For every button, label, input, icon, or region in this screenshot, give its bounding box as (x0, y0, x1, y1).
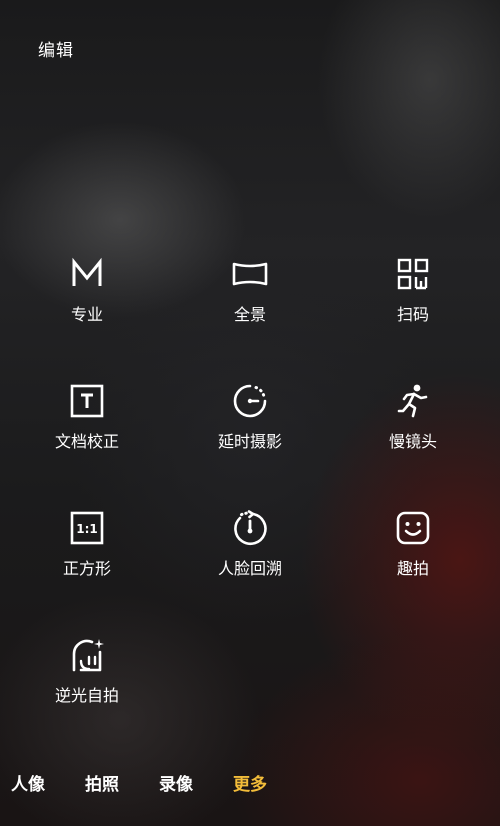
panorama-icon (231, 255, 269, 293)
mode-slowmo-label: 慢镜头 (388, 432, 437, 451)
mode-panorama[interactable]: 全景 (174, 255, 326, 382)
camera-more-modes-screen: 编辑 专业 全景 扫码 文档校正 延时摄影 慢镜头 1:1 正方形 人脸回溯 趣… (0, 0, 500, 826)
document-correction-icon (68, 382, 106, 420)
mode-timelapse-label: 延时摄影 (217, 432, 282, 451)
face-rewind-icon (231, 509, 269, 547)
mode-document-label: 文档校正 (54, 432, 119, 451)
qr-code-icon (394, 255, 432, 293)
mode-scan-label: 扫码 (396, 305, 429, 324)
mode-backlight-selfie-label: 逆光自拍 (54, 686, 119, 705)
time-lapse-icon (231, 382, 269, 420)
backlight-selfie-icon (68, 636, 106, 674)
mode-fun-shot-label: 趣拍 (396, 559, 429, 578)
mode-face-rewind-label: 人脸回溯 (217, 559, 282, 578)
mode-timelapse[interactable]: 延时摄影 (174, 382, 326, 509)
mode-pro[interactable]: 专业 (0, 255, 174, 382)
tab-portrait[interactable]: 人像 (11, 770, 45, 795)
tab-photo[interactable]: 拍照 (85, 770, 119, 795)
mode-backlight-selfie[interactable]: 逆光自拍 (0, 636, 174, 763)
mode-square-label: 正方形 (62, 559, 111, 578)
tab-more[interactable]: 更多 (233, 770, 267, 795)
square-ratio-icon: 1:1 (68, 509, 106, 547)
edit-button[interactable]: 编辑 (38, 36, 74, 61)
mode-fun-shot[interactable]: 趣拍 (326, 509, 500, 636)
mode-grid: 专业 全景 扫码 文档校正 延时摄影 慢镜头 1:1 正方形 人脸回溯 趣拍 逆… (0, 255, 500, 763)
mode-panorama-label: 全景 (233, 305, 266, 324)
svg-text:1:1: 1:1 (76, 522, 98, 536)
mode-slowmo[interactable]: 慢镜头 (326, 382, 500, 509)
slow-motion-runner-icon (394, 382, 432, 420)
pro-m-icon (68, 255, 106, 293)
mode-document[interactable]: 文档校正 (0, 382, 174, 509)
mode-square[interactable]: 1:1 正方形 (0, 509, 174, 636)
tab-video[interactable]: 录像 (159, 770, 193, 795)
fun-face-icon (394, 509, 432, 547)
camera-mode-tabs: 人像 拍照 录像 更多 (0, 770, 500, 800)
mode-scan[interactable]: 扫码 (326, 255, 500, 382)
mode-pro-label: 专业 (70, 305, 103, 324)
mode-face-rewind[interactable]: 人脸回溯 (174, 509, 326, 636)
